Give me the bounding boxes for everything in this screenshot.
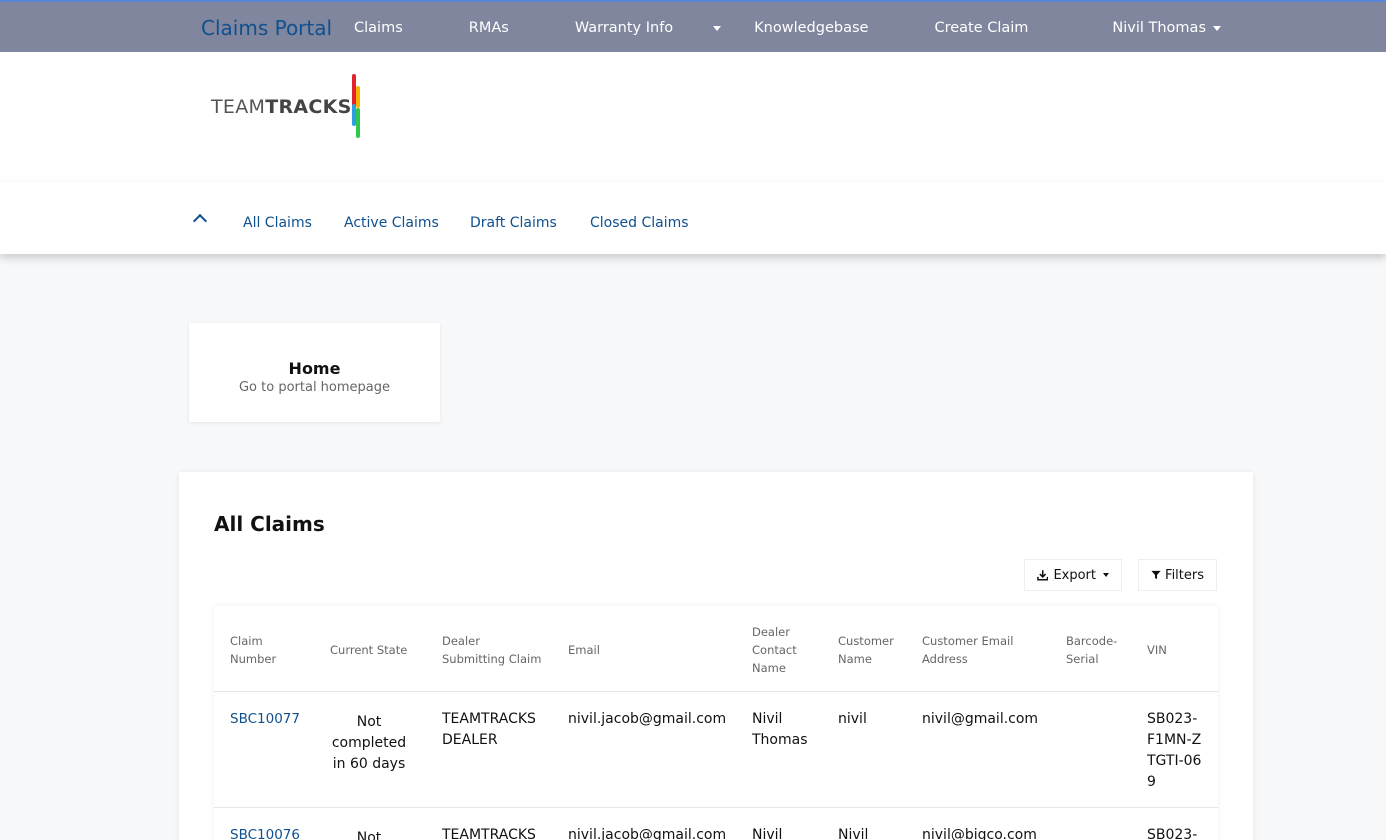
panel-title: All Claims [214, 512, 325, 536]
current-state-cell: Not completed in 60 days [331, 714, 407, 772]
claim-number-link[interactable]: SBC10077 [230, 709, 300, 730]
vin-cell: SB023-F1MN-ZTGTI-069 [1147, 711, 1202, 790]
customer-name-cell: nivil [838, 711, 867, 727]
tab-active-claims[interactable]: Active Claims [344, 215, 439, 231]
tab-draft-claims[interactable]: Draft Claims [470, 215, 557, 231]
dealer-contact-cell: Nivil [752, 827, 783, 840]
column-header-dealer[interactable]: Dealer Submitting Claim [442, 632, 542, 668]
collapse-chevron-up-icon[interactable] [192, 213, 208, 229]
column-header-customer-name[interactable]: Customer Name [838, 632, 904, 668]
dealer-contact-cell: Nivil Thomas [752, 711, 808, 748]
nav-knowledgebase[interactable]: Knowledgebase [754, 20, 901, 36]
logo-bars-icon [351, 74, 361, 140]
column-header-email[interactable]: Email [568, 641, 648, 659]
home-card[interactable]: Home Go to portal homepage [189, 323, 440, 422]
table-row: SBC10077 Not completed in 60 days TEAMTR… [214, 692, 1218, 808]
dealer-cell: TEAMTRACKS DEALER [442, 711, 536, 748]
nav-rmas[interactable]: RMAs [469, 20, 542, 36]
column-header-vin[interactable]: VIN [1147, 641, 1197, 659]
claims-table: Claim Number Current State Dealer Submit… [214, 606, 1218, 840]
column-header-customer-email[interactable]: Customer Email Address [922, 632, 1022, 668]
nav-create-claim[interactable]: Create Claim [934, 20, 1061, 36]
customer-name-cell: Nivil [838, 827, 869, 840]
top-navbar: Claims Portal Claims RMAs Warranty Info … [0, 0, 1386, 52]
customer-email-cell: nivil@bigco.com [922, 827, 1037, 840]
export-button[interactable]: Export [1024, 559, 1122, 591]
brand-link[interactable]: Claims Portal [201, 16, 332, 40]
table-row: SBC10076 Not TEAMTRACKS nivil.jacob@gmai… [214, 808, 1218, 840]
home-card-subtitle: Go to portal homepage [238, 380, 391, 395]
email-cell: nivil.jacob@gmail.com [568, 711, 727, 727]
table-header: Claim Number Current State Dealer Submit… [214, 606, 1218, 692]
filters-button[interactable]: Filters [1138, 559, 1217, 591]
home-card-title: Home [288, 359, 341, 378]
email-cell: nivil.jacob@gmail.com [568, 827, 727, 840]
dealer-cell: TEAMTRACKS [442, 827, 536, 840]
nav-links: Claims RMAs Warranty Info Knowledgebase … [354, 20, 1094, 36]
tab-all-claims[interactable]: All Claims [243, 215, 312, 231]
caret-down-icon [1103, 573, 1109, 577]
column-header-current-state[interactable]: Current State [330, 641, 430, 659]
column-header-claim-number[interactable]: Claim Number [230, 632, 300, 668]
logo-band [0, 52, 1386, 182]
filter-icon [1151, 570, 1161, 580]
tab-closed-claims[interactable]: Closed Claims [590, 215, 689, 231]
current-state-cell: Not [356, 830, 382, 840]
column-header-barcode-serial[interactable]: Barcode-Serial [1066, 632, 1126, 668]
caret-down-icon [713, 25, 722, 31]
column-header-dealer-contact[interactable]: Dealer Contact Name [752, 623, 812, 677]
all-claims-panel: All Claims Export Filters Claim Number C… [179, 472, 1253, 840]
claims-subnav: All Claims Active Claims Draft Claims Cl… [0, 182, 1386, 254]
caret-down-icon [1213, 25, 1221, 31]
download-icon [1037, 570, 1049, 581]
claim-number-link[interactable]: SBC10076 [230, 825, 300, 840]
user-menu-dropdown[interactable]: Nivil Thomas [1112, 20, 1221, 36]
customer-email-cell: nivil@gmail.com [922, 711, 1039, 727]
nav-claims[interactable]: Claims [354, 20, 436, 36]
vin-cell: SB023- [1147, 827, 1198, 840]
nav-warranty-info-dropdown[interactable]: Warranty Info [575, 20, 722, 36]
